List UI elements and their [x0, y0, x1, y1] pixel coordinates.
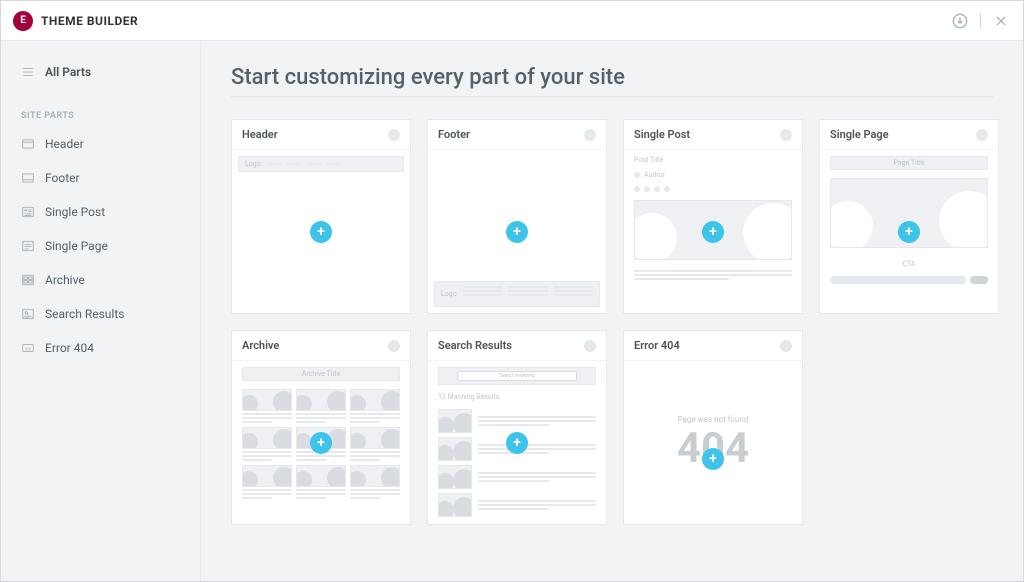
footer-icon [21, 171, 35, 185]
top-bar-left: E Theme Builder [13, 11, 138, 31]
single-post-icon [21, 205, 35, 219]
sidebar-item-error-404[interactable]: 404 Error 404 [1, 331, 200, 365]
placeholder-post-title: Post Title [634, 156, 792, 164]
card-head: Single Page [820, 120, 998, 150]
card-header[interactable]: Header Logo + [231, 119, 411, 314]
card-title: Error 404 [634, 339, 680, 352]
card-footer[interactable]: Footer Logo + [427, 119, 607, 314]
single-page-icon [21, 239, 35, 253]
card-error-404[interactable]: Error 404 Page was not found 404 + [623, 330, 803, 525]
sidebar-all-parts[interactable]: All Parts [1, 57, 200, 87]
card-title: Archive [242, 339, 279, 352]
sidebar-all-parts-label: All Parts [45, 65, 91, 79]
card-head: Archive [232, 331, 410, 361]
add-icon[interactable]: + [506, 432, 528, 454]
top-bar-right [950, 11, 1011, 31]
card-preview-header: Logo + [232, 150, 410, 313]
header-icon [21, 137, 35, 151]
card-preview-single-post: Post Title Author + [624, 150, 802, 313]
card-archive[interactable]: Archive Archive Title [231, 330, 411, 525]
add-icon[interactable]: + [310, 432, 332, 454]
add-icon[interactable]: + [506, 221, 528, 243]
card-title: Header [242, 128, 278, 141]
download-icon[interactable] [950, 11, 970, 31]
card-head: Single Post [624, 120, 802, 150]
sidebar-item-label: Archive [45, 273, 85, 287]
placeholder-cta: CTA [830, 260, 988, 268]
info-icon[interactable] [780, 129, 792, 141]
card-title: Single Page [830, 128, 889, 141]
card-search-results[interactable]: Search Results Search Anything 12 Machin… [427, 330, 607, 525]
card-single-page[interactable]: Single Page Page Title CTA + [819, 119, 999, 314]
elementor-logo: E [13, 11, 33, 31]
sidebar-item-archive[interactable]: Archive [1, 263, 200, 297]
sidebar-item-single-post[interactable]: Single Post [1, 195, 200, 229]
page-heading: Start customizing every part of your sit… [231, 65, 993, 90]
sidebar-item-search-results[interactable]: Search Results [1, 297, 200, 331]
placeholder-logo: Logo [441, 290, 457, 298]
card-preview-single-page: Page Title CTA + [820, 150, 998, 313]
archive-icon [21, 273, 35, 287]
card-preview-error-404: Page was not found 404 + [624, 361, 802, 524]
card-head: Search Results [428, 331, 606, 361]
sidebar-item-label: Single Post [45, 205, 105, 219]
sidebar-item-single-page[interactable]: Single Page [1, 229, 200, 263]
placeholder-archive-title: Archive Title [302, 370, 340, 378]
info-icon[interactable] [388, 129, 400, 141]
card-grid: Header Logo + Footer [231, 119, 993, 525]
svg-text:404: 404 [25, 347, 31, 351]
card-single-post[interactable]: Single Post Post Title Author + [623, 119, 803, 314]
sidebar: All Parts Site Parts Header Footer Singl… [1, 41, 201, 581]
sidebar-item-header[interactable]: Header [1, 127, 200, 161]
add-icon[interactable]: + [702, 221, 724, 243]
card-preview-archive: Archive Title + [232, 361, 410, 524]
top-bar: E Theme Builder [1, 1, 1023, 41]
separator [980, 13, 981, 29]
heading-rule [231, 96, 993, 97]
info-icon[interactable] [976, 129, 988, 141]
sidebar-item-label: Footer [45, 171, 80, 185]
placeholder-author: Author [644, 171, 665, 179]
avatar-placeholder [634, 172, 640, 178]
sidebar-section-title: Site Parts [1, 87, 200, 127]
sidebar-item-label: Header [45, 137, 84, 151]
all-parts-icon [21, 65, 35, 79]
error-404-icon: 404 [21, 341, 35, 355]
info-icon[interactable] [388, 340, 400, 352]
sidebar-item-label: Single Page [45, 239, 108, 253]
card-preview-footer: Logo + [428, 150, 606, 313]
placeholder-404-msg: Page was not found [678, 415, 749, 424]
placeholder-page-title: Page Title [893, 159, 924, 167]
card-head: Footer [428, 120, 606, 150]
sidebar-item-footer[interactable]: Footer [1, 161, 200, 195]
app-title: Theme Builder [41, 14, 138, 28]
card-preview-search-results: Search Anything 12 Maching Results + [428, 361, 606, 524]
sidebar-item-label: Search Results [45, 307, 124, 321]
placeholder-search-label: Search Anything [499, 373, 535, 379]
info-icon[interactable] [584, 340, 596, 352]
close-icon[interactable] [991, 11, 1011, 31]
info-icon[interactable] [584, 129, 596, 141]
card-title: Single Post [634, 128, 690, 141]
search-results-icon [21, 307, 35, 321]
info-icon[interactable] [780, 340, 792, 352]
add-icon[interactable]: + [310, 221, 332, 243]
card-head: Error 404 [624, 331, 802, 361]
placeholder-result-count: 12 Maching Results [438, 393, 596, 401]
placeholder-logo: Logo [245, 160, 261, 168]
add-icon[interactable]: + [702, 448, 724, 470]
card-head: Header [232, 120, 410, 150]
add-icon[interactable]: + [898, 221, 920, 243]
card-title: Search Results [438, 339, 512, 352]
main-area: Start customizing every part of your sit… [201, 41, 1023, 581]
sidebar-item-label: Error 404 [45, 341, 94, 355]
card-title: Footer [438, 128, 470, 141]
